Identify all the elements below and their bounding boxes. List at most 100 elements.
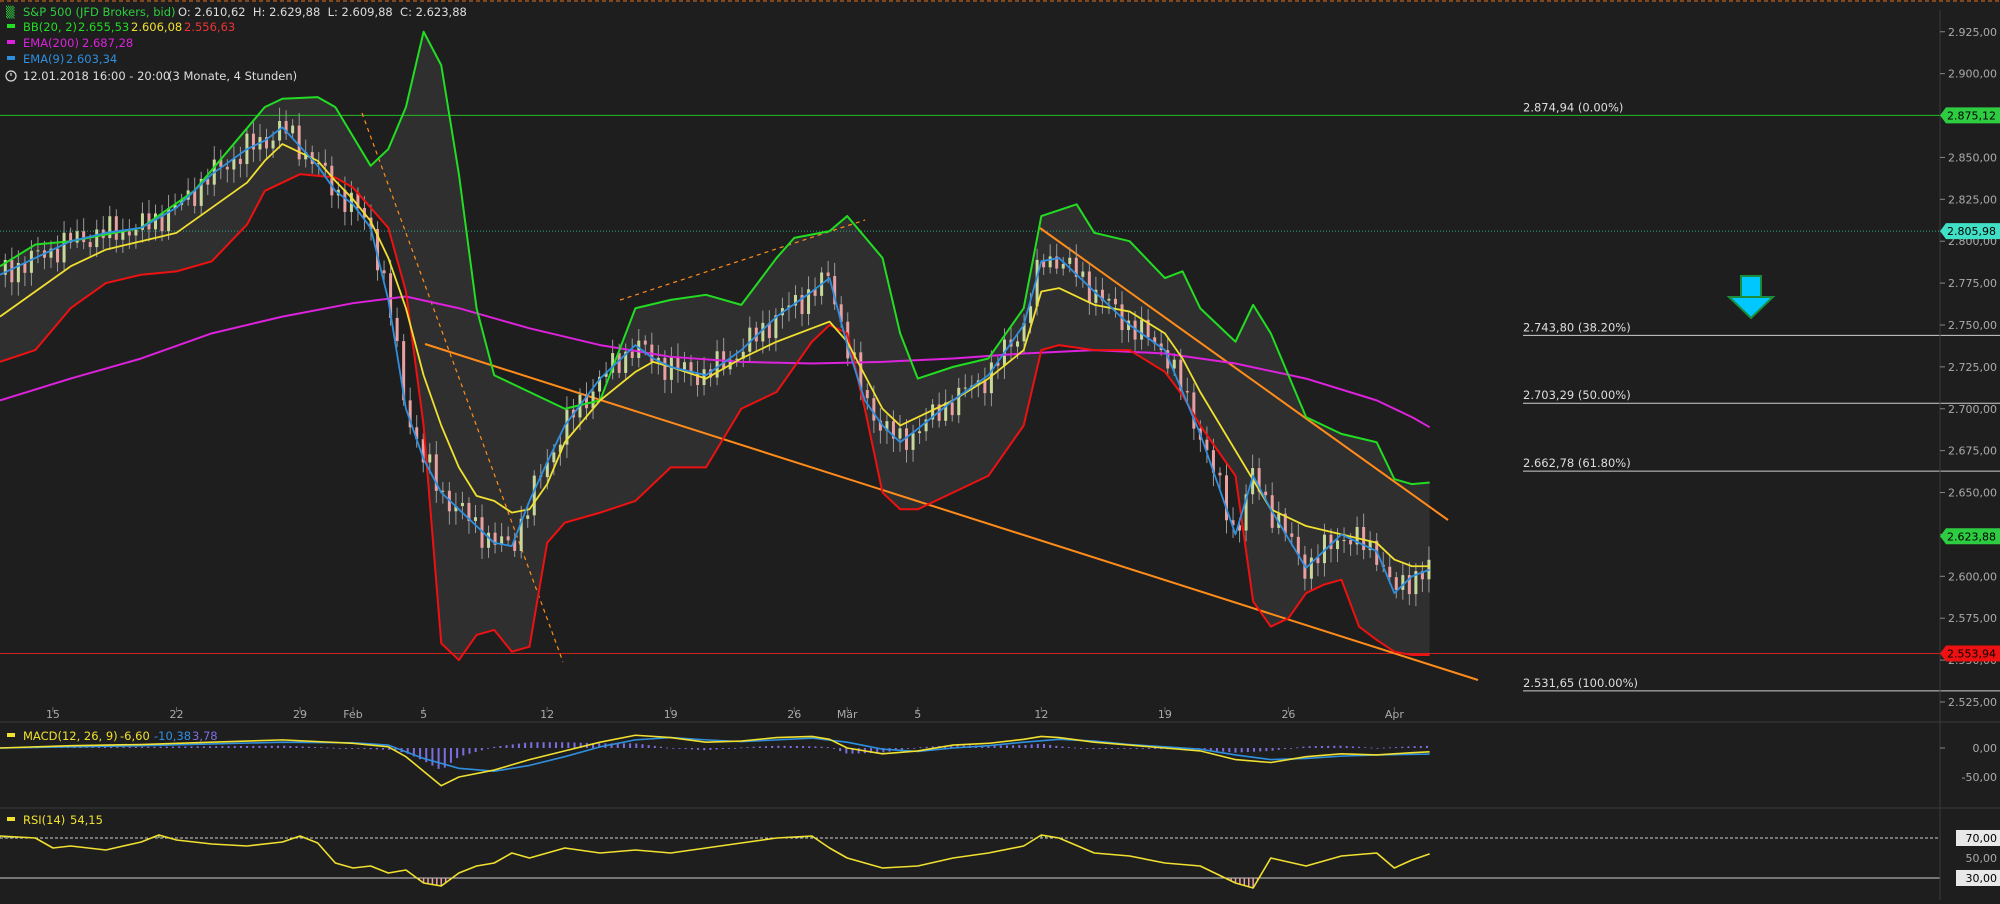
macd-histogram-bar <box>900 748 903 750</box>
candle-body <box>10 260 14 283</box>
macd-histogram-bar <box>326 747 329 749</box>
macd-histogram-bar <box>184 746 187 748</box>
chart-canvas: ▒ S&P 500 (JFD Brokers, bid) O: 2.610,62… <box>0 0 2000 900</box>
candle-body <box>911 433 915 450</box>
rsi-level-label: 50,00 <box>1966 852 1998 865</box>
macd-histogram-bar <box>752 746 755 748</box>
macd-histogram-bar <box>1277 748 1280 750</box>
candle-body <box>532 475 536 516</box>
macd-histogram-bar <box>672 748 675 749</box>
macd-histogram-bar <box>758 746 761 748</box>
candle-body <box>1068 257 1072 264</box>
candle-body <box>918 431 922 434</box>
macd-histogram-bar <box>128 746 131 748</box>
candle-body <box>1081 271 1085 277</box>
bb-lower-value: 2.556,63 <box>184 20 235 34</box>
candle-body <box>291 125 295 134</box>
candle-body <box>95 229 99 248</box>
macd-histogram-bar <box>171 746 174 748</box>
macd-histogram-bar <box>431 748 434 766</box>
candle-body <box>297 125 301 160</box>
macd-histogram-bar <box>1141 748 1144 749</box>
macd-histogram-bar <box>1419 746 1422 748</box>
macd-histogram-bar <box>1073 747 1076 749</box>
macd-histogram-bar <box>196 746 199 748</box>
macd-histogram-bar <box>474 748 477 753</box>
macd-histogram-bar <box>1228 748 1231 753</box>
macd-histogram-bar <box>276 745 279 748</box>
macd-histogram-bar <box>802 746 805 748</box>
candle-body <box>382 270 386 274</box>
candle-body <box>441 490 445 492</box>
candle-body <box>56 248 60 263</box>
macd-histogram-bar <box>1395 747 1398 748</box>
macd-histogram-bar <box>1129 748 1132 749</box>
macd-histogram-bar <box>147 746 150 748</box>
macd-histogram-bar <box>1271 748 1274 751</box>
macd-histogram-bar <box>536 742 539 748</box>
macd-value: -6,60 <box>120 729 150 743</box>
macd-histogram-bar <box>567 742 570 748</box>
macd-histogram-bar <box>1320 745 1323 748</box>
macd-histogram-bar <box>1358 746 1361 748</box>
macd-histogram-bar <box>554 742 557 748</box>
macd-histogram-bar <box>1259 748 1262 752</box>
macd-histogram-bar <box>437 748 440 769</box>
fib-level-label: 2.703,29 (50.00%) <box>1523 388 1631 402</box>
macd-histogram-bar <box>165 746 168 748</box>
macd-histogram-bar <box>573 742 576 748</box>
bb-upper-value: 2.655,53 <box>78 20 129 34</box>
macd-histogram-bar <box>1240 748 1243 753</box>
macd-histogram-bar <box>666 747 669 749</box>
instrument-title: S&P 500 (JFD Brokers, bid) <box>23 5 176 19</box>
macd-histogram-bar <box>1222 748 1225 752</box>
macd-histogram-bar <box>122 746 125 748</box>
macd-histogram-bar <box>1086 748 1089 749</box>
ema200-label: EMA(200) <box>23 36 79 50</box>
macd-histogram-bar <box>511 744 514 748</box>
macd-histogram-bar <box>1215 748 1218 752</box>
x-tick-label: 12 <box>1034 708 1048 721</box>
y-tick-label: 2.750,00 <box>1948 319 1997 332</box>
macd-histogram-bar <box>530 742 533 748</box>
macd-histogram-bar <box>141 746 144 748</box>
macd-histogram-bar <box>1382 747 1385 749</box>
candle-body <box>1218 472 1222 476</box>
candle-body <box>238 158 242 165</box>
macd-histogram-bar <box>814 746 817 748</box>
price-badge-label: 2.805,98 <box>1947 225 1996 238</box>
x-tick-label: Apr <box>1385 708 1405 721</box>
macd-histogram-bar <box>320 747 323 749</box>
macd-histogram-bar <box>653 745 656 748</box>
y-tick-label: 2.925,00 <box>1948 26 1997 39</box>
macd-histogram-bar <box>382 748 385 750</box>
macd-swatch <box>7 733 15 737</box>
macd-histogram-bar <box>1388 747 1391 749</box>
candle-body <box>643 340 647 345</box>
candle-body <box>1329 534 1333 550</box>
macd-histogram-bar <box>907 748 910 749</box>
price-badge-label: 2.553,94 <box>1947 647 1996 660</box>
candle-body <box>1140 319 1144 340</box>
macd-histogram-bar <box>622 743 625 748</box>
candle-body <box>271 140 275 149</box>
ema9-swatch <box>7 56 15 60</box>
macd-histogram-bar <box>301 746 304 748</box>
ema9-value: 2.603,34 <box>66 52 117 66</box>
macd-histogram-bar <box>1148 748 1151 749</box>
bb-label: BB(20, 2) <box>23 20 77 34</box>
candle-body <box>761 322 765 342</box>
macd-histogram-bar <box>1302 746 1305 748</box>
candle-body <box>121 231 125 240</box>
candle-body <box>1349 540 1353 545</box>
macd-histogram-bar <box>1426 745 1429 748</box>
macd-histogram-bar <box>1290 748 1293 749</box>
candle-body <box>114 216 118 240</box>
ema200-value: 2.687,28 <box>82 36 133 50</box>
price-badge-label: 2.623,88 <box>1947 530 1996 543</box>
candle-body <box>487 532 491 548</box>
macd-histogram-bar <box>375 748 378 750</box>
macd-histogram-bar <box>690 748 693 750</box>
macd-histogram-bar <box>468 748 471 754</box>
macd-histogram-bar <box>647 745 650 748</box>
